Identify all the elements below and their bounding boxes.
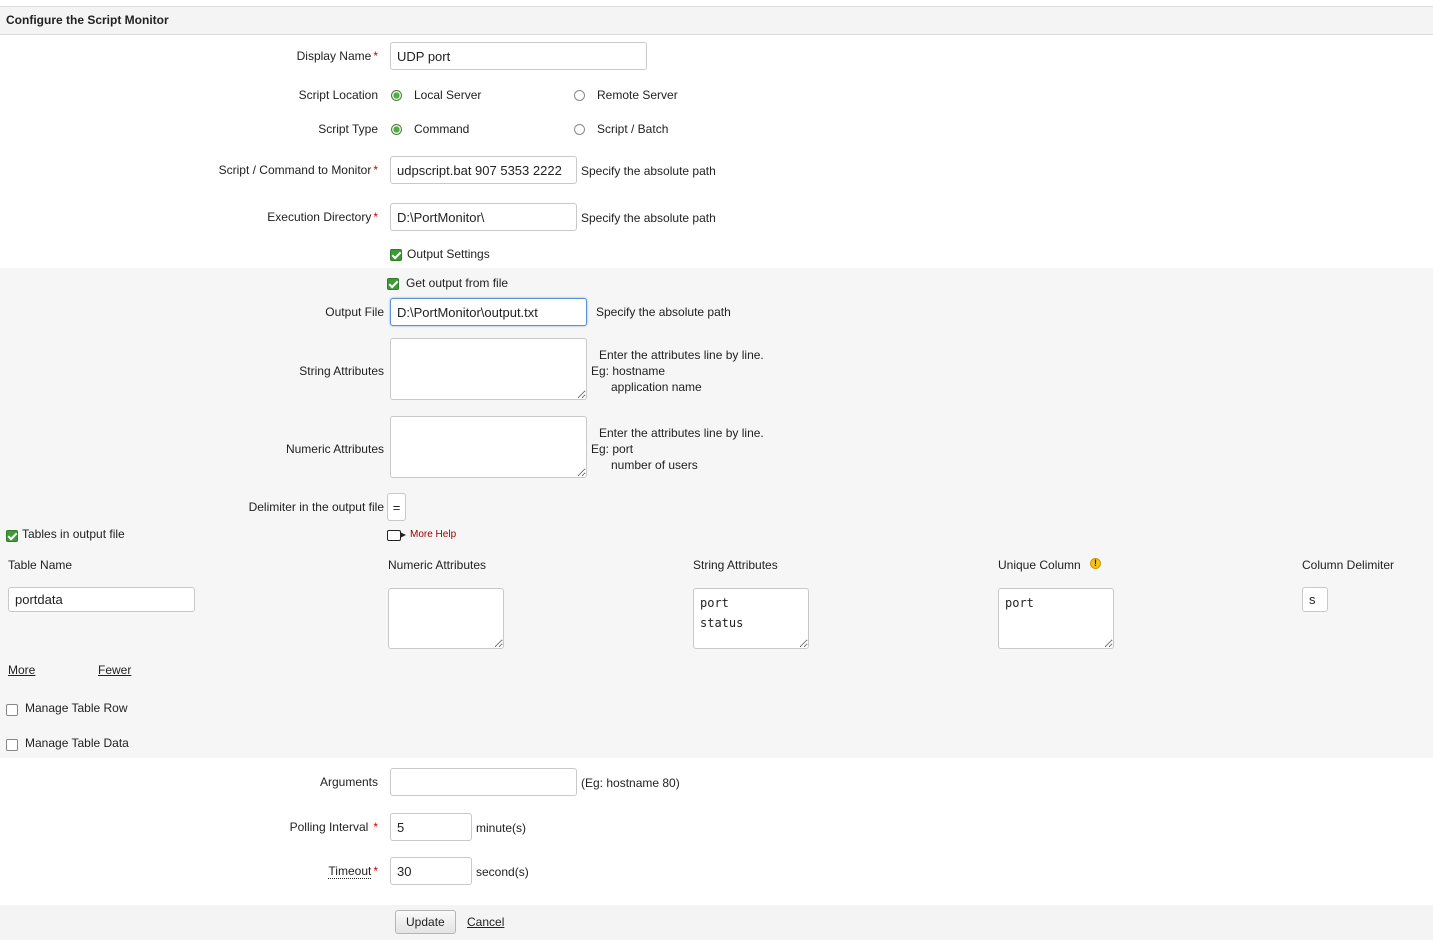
numeric-attributes-hint-1: Enter the attributes line by line. [599,426,764,440]
script-command-hint: Specify the absolute path [581,164,716,178]
more-rows-link[interactable]: More [8,663,35,677]
display-name-label: Display Name * [296,49,378,63]
manage-table-row-label: Manage Table Row [25,701,128,715]
script-location-label: Script Location [298,88,378,102]
table-numeric-attributes-textarea[interactable] [388,588,504,649]
get-output-from-file-label: Get output from file [406,276,509,290]
table-header-table-name: Table Name [8,558,73,572]
manage-table-data-checkbox[interactable] [6,739,18,751]
required-marker: * [373,820,378,834]
numeric-attributes-hint-3: number of users [611,458,698,472]
radio-local-server[interactable] [391,90,402,101]
more-help-link[interactable]: More Help [410,529,456,540]
arguments-hint: (Eg: hostname 80) [581,776,680,790]
manage-table-row-checkbox[interactable] [6,704,18,716]
string-attributes-hint-3: application name [611,380,702,394]
panel-header: Configure the Script Monitor [0,6,1433,35]
script-type-label: Script Type [318,122,378,136]
table-unique-column-textarea[interactable] [998,588,1114,649]
string-attributes-hint-2: Eg: hostname [591,364,666,378]
script-batch-label: Script / Batch [597,122,669,136]
manage-table-data-label: Manage Table Data [25,736,129,750]
polling-interval-label: Polling Interval * [289,820,378,834]
display-name-input[interactable] [390,42,647,70]
string-attributes-hint-1: Enter the attributes line by line. [599,348,764,362]
table-header-column-delimiter: Column Delimiter [1302,558,1395,572]
arguments-input[interactable] [390,768,577,796]
timeout-label[interactable]: Timeout * [328,864,378,879]
execution-directory-label: Execution Directory * [267,210,378,224]
get-output-from-file-checkbox[interactable] [387,278,399,290]
output-file-label: Output File [325,305,384,319]
output-settings-label: Output Settings [407,247,490,261]
required-marker: * [373,210,378,224]
remote-server-label: Remote Server [597,88,678,102]
update-button[interactable]: Update [395,910,456,934]
string-attributes-textarea[interactable] [390,338,587,400]
script-command-input[interactable] [390,156,577,184]
numeric-attributes-hint-2: Eg: port [591,442,634,456]
radio-command[interactable] [391,124,402,135]
table-name-input[interactable] [8,587,195,612]
string-attributes-label: String Attributes [299,364,384,378]
radio-script-batch[interactable] [574,124,585,135]
fewer-rows-link[interactable]: Fewer [98,663,131,677]
timeout-unit: second(s) [476,865,529,879]
column-delimiter-input[interactable] [1302,587,1328,612]
form-footer [0,905,1433,940]
delimiter-input[interactable] [387,493,406,521]
numeric-attributes-label: Numeric Attributes [285,442,384,456]
table-string-attributes-textarea[interactable] [693,588,809,649]
local-server-label: Local Server [414,88,482,102]
required-marker: * [373,49,378,63]
command-label: Command [414,122,470,136]
cancel-link[interactable]: Cancel [467,915,504,929]
numeric-attributes-textarea[interactable] [390,416,587,478]
output-settings-checkbox[interactable] [390,249,402,261]
table-header-numeric-attributes: Numeric Attributes [388,558,487,572]
output-file-hint: Specify the absolute path [596,305,731,319]
output-settings-section [0,268,1433,758]
script-command-label: Script / Command to Monitor * [218,163,378,177]
delimiter-label: Delimiter in the output file [248,500,384,514]
polling-interval-input[interactable] [390,813,472,841]
required-marker: * [373,163,378,177]
table-header-unique-column: Unique Column [998,558,1081,572]
output-file-input[interactable] [390,298,587,326]
tables-in-output-file-checkbox[interactable] [6,530,18,542]
execution-directory-input[interactable] [390,203,577,231]
polling-interval-unit: minute(s) [476,821,527,835]
execution-directory-hint: Specify the absolute path [581,211,716,225]
page-title: Configure the Script Monitor [6,13,169,27]
radio-remote-server[interactable] [574,90,585,101]
arguments-label: Arguments [319,775,378,789]
help-icon[interactable] [387,530,406,541]
required-marker: * [373,864,378,878]
table-header-string-attributes: String Attributes [693,558,778,572]
tables-in-output-file-label: Tables in output file [22,527,125,541]
info-warning-icon[interactable]: ! [1090,558,1101,569]
timeout-input[interactable] [390,857,472,885]
